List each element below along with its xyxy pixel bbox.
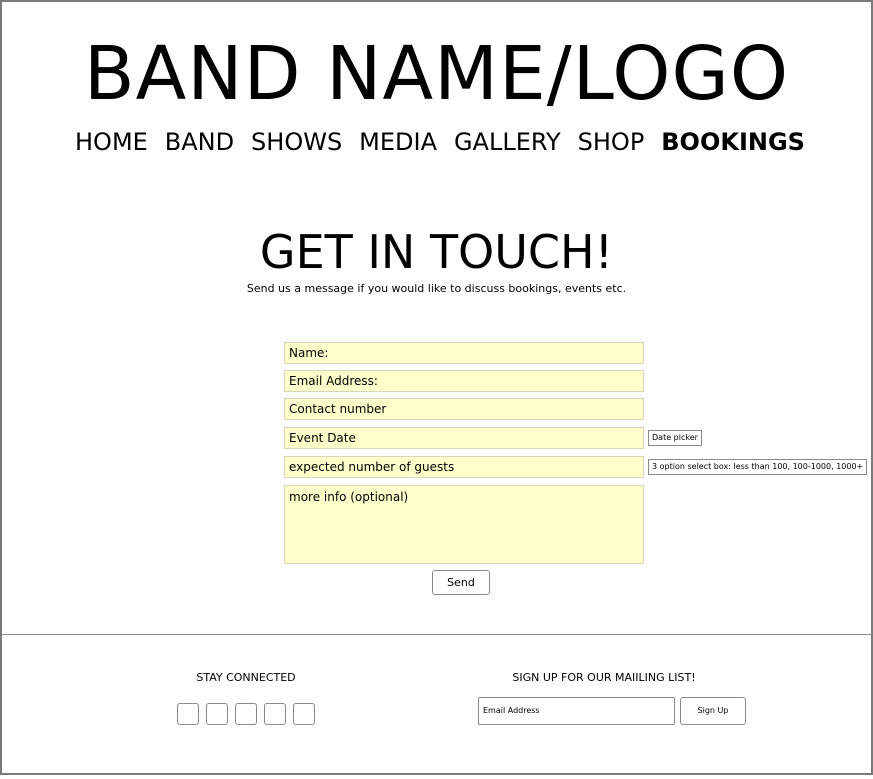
- nav-item-media[interactable]: MEDIA: [359, 124, 437, 160]
- mailing-email-input[interactable]: Email Address: [478, 697, 675, 725]
- band-logo[interactable]: BAND NAME/LOGO: [2, 30, 871, 118]
- page-subtitle: Send us a message if you would like to d…: [246, 282, 627, 295]
- page-title: GET IN TOUCH!: [259, 225, 614, 279]
- nav-item-shop[interactable]: SHOP: [578, 124, 645, 160]
- guests-select-note[interactable]: 3 option select box: less than 100, 100-…: [648, 459, 868, 475]
- date-picker-note[interactable]: Date picker: [648, 430, 702, 446]
- stay-connected-heading: STAY CONNECTED: [196, 671, 296, 684]
- contact-number-field[interactable]: Contact number: [284, 398, 644, 420]
- sign-up-button[interactable]: Sign Up: [680, 697, 746, 725]
- social-icon-4[interactable]: [264, 703, 286, 725]
- social-icon-3[interactable]: [235, 703, 257, 725]
- main-nav: HOME BAND SHOWS MEDIA GALLERY SHOP BOOKI…: [75, 124, 805, 160]
- send-button[interactable]: Send: [432, 570, 490, 595]
- event-date-field[interactable]: Event Date: [284, 427, 644, 449]
- email-field[interactable]: Email Address:: [284, 370, 644, 392]
- page-frame: BAND NAME/LOGO HOME BAND SHOWS MEDIA GAL…: [0, 0, 873, 775]
- more-info-textarea[interactable]: more info (optional): [284, 485, 644, 564]
- social-icon-2[interactable]: [206, 703, 228, 725]
- name-field[interactable]: Name:: [284, 342, 644, 364]
- guests-field[interactable]: expected number of guests: [284, 456, 644, 478]
- nav-item-bookings[interactable]: BOOKINGS: [661, 124, 805, 160]
- nav-item-shows[interactable]: SHOWS: [251, 124, 342, 160]
- social-icon-5[interactable]: [293, 703, 315, 725]
- social-icon-1[interactable]: [177, 703, 199, 725]
- footer-divider: [2, 634, 871, 635]
- mailing-list-heading: SIGN UP FOR OUR MAIILING LIST!: [512, 671, 696, 684]
- nav-item-home[interactable]: HOME: [75, 124, 148, 160]
- nav-item-gallery[interactable]: GALLERY: [454, 124, 561, 160]
- nav-item-band[interactable]: BAND: [165, 124, 234, 160]
